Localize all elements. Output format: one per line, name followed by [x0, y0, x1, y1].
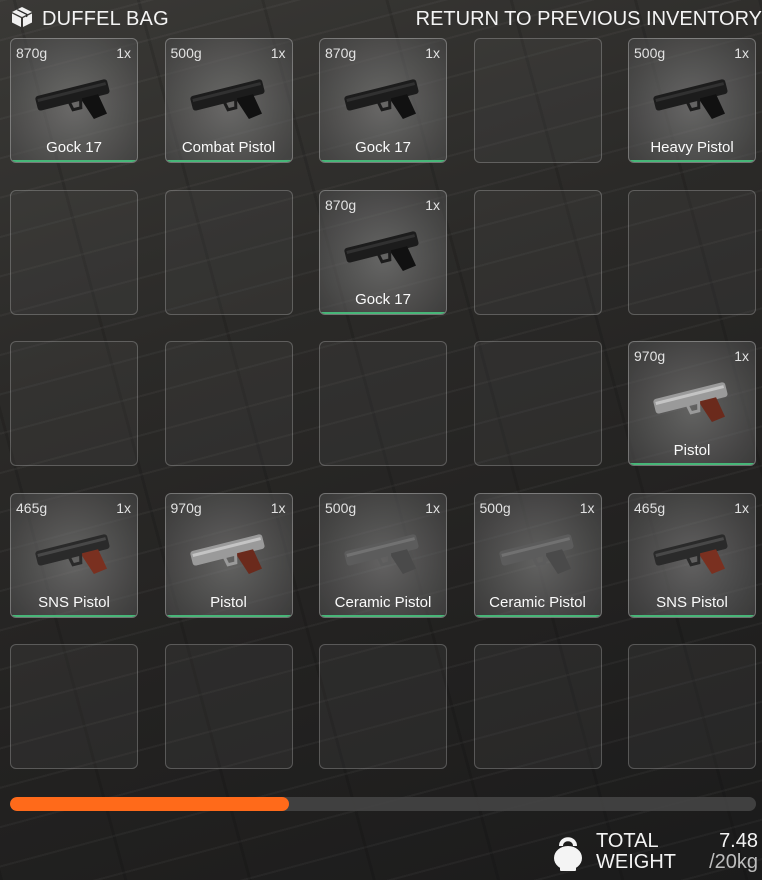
current-weight: 7.48 — [719, 830, 758, 852]
header-title-group: DUFFEL BAG — [10, 6, 169, 33]
item-count: 1x — [425, 196, 440, 213]
return-to-previous-inventory-button[interactable]: RETURN TO PREVIOUS INVENTORY — [416, 8, 762, 31]
item-weight: 970g — [170, 499, 202, 516]
item-count: 1x — [579, 499, 595, 516]
item-count: 1x — [270, 45, 286, 61]
item-count: 1x — [734, 348, 749, 364]
item-weight: 870g — [325, 196, 357, 213]
inventory-slot-item[interactable]: 970g 1x Pistol — [164, 492, 293, 618]
pistol-gray-icon — [493, 524, 585, 588]
pistol-wood-icon — [29, 524, 121, 588]
item-name: Ceramic Pistol — [489, 593, 586, 611]
item-weight: 500g — [170, 45, 202, 61]
item-count: 1x — [270, 499, 286, 516]
pistol-black-icon — [647, 69, 739, 133]
inventory-slot-empty[interactable] — [164, 644, 293, 769]
inventory-slot-empty[interactable] — [319, 341, 447, 466]
item-weight: 500g — [325, 499, 357, 516]
inventory-slot-item[interactable]: 500g 1x Combat Pistol — [164, 38, 293, 163]
capacity-bar-fill — [10, 797, 289, 811]
inventory-slot-empty[interactable] — [10, 341, 138, 466]
inventory-header: DUFFEL BAG RETURN TO PREVIOUS INVENTORY — [10, 6, 762, 32]
inventory-slot-item[interactable]: 870g 1x Gock 17 — [319, 189, 447, 315]
inventory-slot-empty[interactable] — [10, 189, 138, 315]
inventory-slot-item[interactable]: 870g 1x Gock 17 — [10, 38, 138, 163]
total-weight-panel: TOTAL WEIGHT 7.48 /20kg — [552, 830, 758, 874]
pistol-wood-icon — [647, 524, 739, 588]
inventory-slot-empty[interactable] — [10, 644, 138, 769]
inventory-slot-item[interactable]: 500g 1x Ceramic Pistol — [473, 492, 602, 618]
inventory-slot-empty[interactable] — [628, 644, 756, 769]
inventory-slot-empty[interactable] — [473, 189, 602, 315]
pistol-black-icon — [338, 69, 430, 133]
pistol-black-icon — [184, 69, 276, 133]
item-count: 1x — [425, 45, 440, 61]
item-weight: 500g — [479, 499, 511, 516]
item-name: SNS Pistol — [38, 593, 110, 611]
inventory-grid: 870g 1x Gock 17 500g 1x Combat Pistol 870g 1x Go… — [10, 38, 756, 769]
item-name: Gock 17 — [355, 139, 411, 156]
pistol-silver-wood-icon — [184, 524, 276, 588]
total-weight-label: TOTAL WEIGHT — [596, 831, 676, 873]
item-weight: 500g — [634, 45, 666, 61]
box-icon — [10, 6, 34, 33]
pistol-gray-icon — [338, 524, 430, 588]
item-weight: 970g — [634, 348, 666, 364]
item-name: Heavy Pistol — [650, 139, 734, 156]
item-count: 1x — [734, 499, 749, 516]
inventory-title: DUFFEL BAG — [42, 7, 169, 30]
inventory-slot-empty[interactable] — [164, 341, 293, 466]
inventory-slot-item[interactable]: 870g 1x Gock 17 — [319, 38, 447, 163]
item-count: 1x — [734, 45, 749, 61]
total-label: TOTAL — [596, 830, 659, 852]
item-weight: 870g — [16, 45, 48, 61]
item-name: SNS Pistol — [656, 593, 728, 611]
inventory-slot-empty[interactable] — [473, 644, 602, 769]
item-name: Ceramic Pistol — [334, 593, 432, 611]
item-name: Gock 17 — [355, 290, 411, 308]
item-weight: 465g — [16, 499, 48, 516]
inventory-slot-item[interactable]: 500g 1x Ceramic Pistol — [319, 492, 447, 618]
kettlebell-icon — [552, 833, 584, 871]
inventory-slot-item[interactable]: 500g 1x Heavy Pistol — [628, 38, 756, 163]
capacity-bar — [10, 797, 756, 811]
item-count: 1x — [116, 499, 131, 516]
item-weight: 465g — [634, 499, 666, 516]
inventory-slot-item[interactable]: 970g 1x Pistol — [628, 341, 756, 466]
item-name: Gock 17 — [46, 139, 102, 156]
weight-values: 7.48 /20kg — [709, 831, 758, 873]
pistol-silver-wood-icon — [647, 372, 739, 436]
item-count: 1x — [116, 45, 131, 61]
max-weight: /20kg — [709, 851, 758, 873]
inventory-slot-empty[interactable] — [473, 38, 602, 163]
inventory-slot-item[interactable]: 465g 1x SNS Pistol — [628, 492, 756, 618]
inventory-slot-empty[interactable] — [319, 644, 447, 769]
inventory-slot-empty[interactable] — [628, 189, 756, 315]
item-count: 1x — [425, 499, 440, 516]
inventory-slot-empty[interactable] — [164, 189, 293, 315]
inventory-slot-item[interactable]: 465g 1x SNS Pistol — [10, 492, 138, 618]
weight-label: WEIGHT — [596, 851, 676, 873]
inventory-slot-empty[interactable] — [473, 341, 602, 466]
pistol-black-icon — [29, 69, 121, 133]
item-name: Combat Pistol — [181, 139, 276, 156]
pistol-black-icon — [338, 221, 430, 285]
item-weight: 870g — [325, 45, 357, 61]
item-name: Pistol — [210, 593, 247, 611]
item-name: Pistol — [673, 442, 711, 459]
